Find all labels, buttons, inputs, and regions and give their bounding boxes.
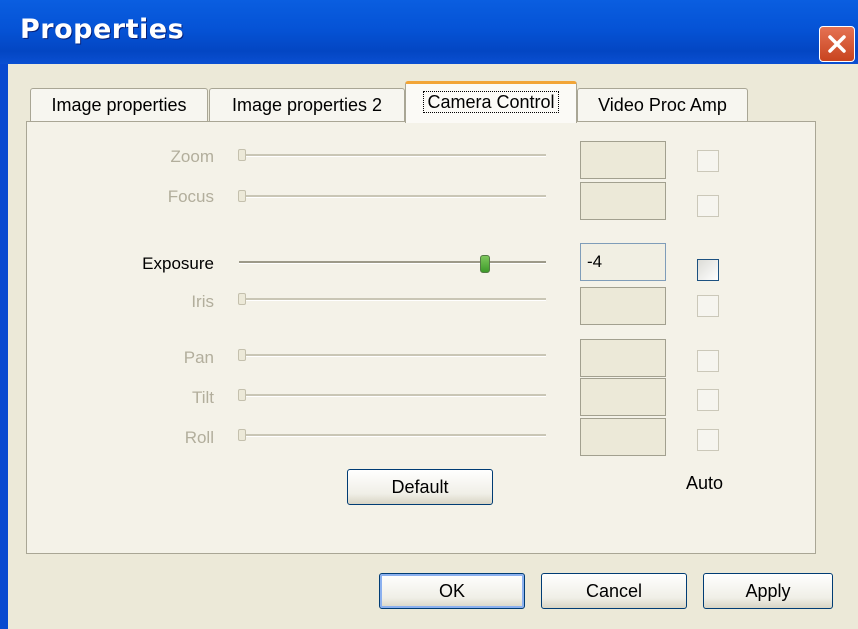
tilt-slider[interactable] bbox=[239, 394, 546, 397]
exposure-slider-thumb[interactable] bbox=[479, 255, 490, 273]
iris-auto-checkbox[interactable] bbox=[697, 295, 719, 317]
pan-label: Pan bbox=[183, 348, 214, 367]
properties-dialog: Properties Image properties Image proper… bbox=[0, 0, 858, 629]
pan-slider[interactable] bbox=[239, 354, 546, 357]
roll-label: Roll bbox=[184, 428, 214, 447]
focus-slider[interactable] bbox=[239, 195, 546, 198]
iris-slider-thumb[interactable] bbox=[238, 293, 246, 305]
roll-slider-thumb[interactable] bbox=[238, 429, 246, 441]
iris-value[interactable] bbox=[580, 287, 666, 325]
zoom-value[interactable] bbox=[580, 141, 666, 179]
window-title: Properties bbox=[20, 14, 185, 45]
zoom-label: Zoom bbox=[170, 147, 214, 166]
exposure-label: Exposure bbox=[142, 254, 214, 273]
tab-image-properties-2[interactable]: Image properties 2 bbox=[209, 88, 405, 122]
window-frame bbox=[0, 64, 8, 629]
default-button[interactable]: Default bbox=[347, 469, 493, 505]
tilt-auto-checkbox[interactable] bbox=[697, 389, 719, 411]
roll-value[interactable] bbox=[580, 418, 666, 456]
exposure-auto-checkbox[interactable] bbox=[697, 259, 719, 281]
zoom-slider-thumb[interactable] bbox=[238, 149, 246, 161]
close-button[interactable] bbox=[819, 26, 855, 62]
title-bar[interactable]: Properties bbox=[0, 0, 858, 64]
roll-auto-checkbox[interactable] bbox=[697, 429, 719, 451]
focus-label: Focus bbox=[167, 187, 214, 206]
iris-label: Iris bbox=[191, 292, 214, 311]
pan-auto-checkbox[interactable] bbox=[697, 350, 719, 372]
pan-slider-thumb[interactable] bbox=[238, 349, 246, 361]
zoom-auto-checkbox[interactable] bbox=[697, 150, 719, 172]
iris-slider[interactable] bbox=[239, 298, 546, 301]
apply-button[interactable]: Apply bbox=[703, 573, 833, 609]
tab-camera-control-label: Camera Control bbox=[423, 91, 559, 113]
tab-camera-control[interactable]: Camera Control bbox=[405, 81, 577, 123]
focus-slider-thumb[interactable] bbox=[238, 190, 246, 202]
exposure-slider[interactable] bbox=[239, 261, 546, 264]
auto-column-label: Auto bbox=[686, 473, 724, 493]
ok-button[interactable]: OK bbox=[379, 573, 525, 609]
roll-slider[interactable] bbox=[239, 434, 546, 437]
tilt-slider-thumb[interactable] bbox=[238, 389, 246, 401]
tilt-label: Tilt bbox=[191, 388, 214, 407]
focus-auto-checkbox[interactable] bbox=[697, 195, 719, 217]
pan-value[interactable] bbox=[580, 339, 666, 377]
tab-image-properties[interactable]: Image properties bbox=[30, 88, 208, 122]
cancel-button[interactable]: Cancel bbox=[541, 573, 687, 609]
tab-video-proc-amp[interactable]: Video Proc Amp bbox=[577, 88, 748, 122]
close-icon bbox=[828, 35, 846, 53]
tilt-value[interactable] bbox=[580, 378, 666, 416]
zoom-slider[interactable] bbox=[239, 154, 546, 157]
focus-value[interactable] bbox=[580, 182, 666, 220]
exposure-value[interactable]: -4 bbox=[580, 243, 666, 281]
